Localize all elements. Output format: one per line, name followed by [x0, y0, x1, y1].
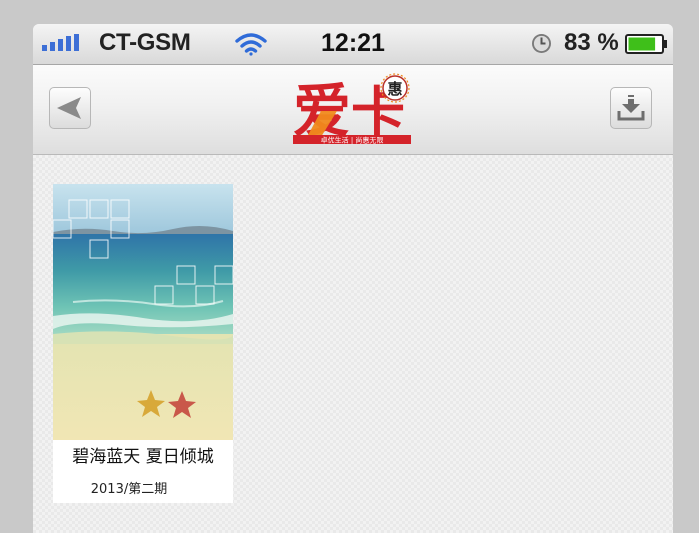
- magazine-shelf: 碧海蓝天 夏日倾城 2013/第二期: [33, 155, 673, 533]
- back-button[interactable]: [49, 87, 91, 129]
- download-button[interactable]: [610, 87, 652, 129]
- download-tray-icon: [617, 95, 645, 121]
- back-arrow-icon: [57, 97, 81, 119]
- app-logo: 爱 卡 惠 卓优生活 | 尚惠无限: [293, 73, 411, 145]
- magazine-cover[interactable]: [53, 184, 233, 440]
- phone-screen: CT-GSM 12:21 83 % 爱: [33, 24, 673, 533]
- status-bar: CT-GSM 12:21 83 %: [33, 24, 673, 65]
- logo-tagline: 卓优生活 | 尚惠无限: [321, 136, 384, 145]
- logo-emblem-char: 惠: [387, 80, 402, 98]
- magazine-issue: 2013/第二期: [90, 482, 168, 497]
- magazine-item[interactable]: 碧海蓝天 夏日倾城 2013/第二期: [53, 184, 233, 503]
- battery-percent: 83 %: [564, 29, 619, 56]
- battery-icon: [625, 34, 667, 54]
- magazine-title[interactable]: 碧海蓝天 夏日倾城: [53, 442, 233, 467]
- alarm-clock-icon: [532, 34, 551, 53]
- nav-bar: 爱 卡 惠 卓优生活 | 尚惠无限: [33, 65, 673, 155]
